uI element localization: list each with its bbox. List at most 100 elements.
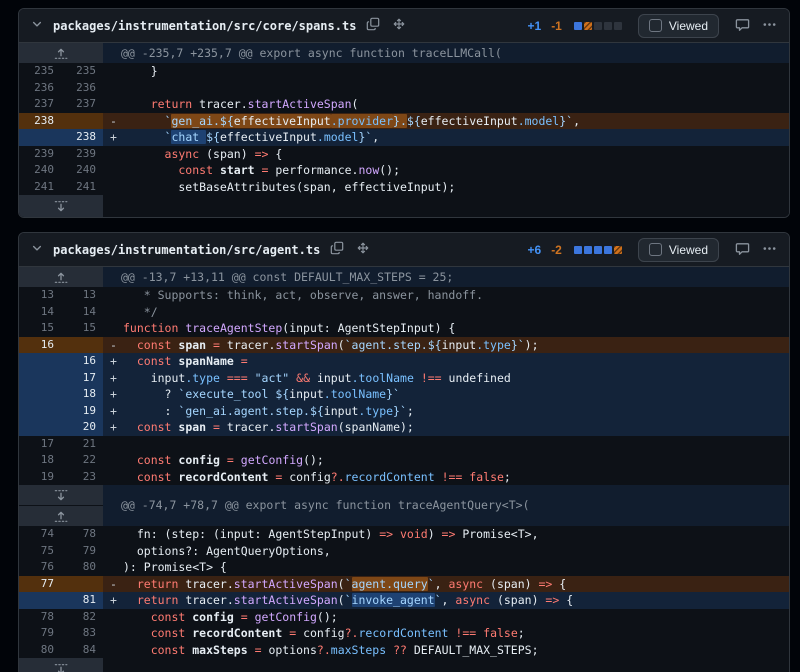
- old-line-number[interactable]: 77: [19, 576, 61, 593]
- old-line-number[interactable]: 14: [19, 304, 61, 321]
- expand-up-button[interactable]: [19, 43, 103, 63]
- new-line-number[interactable]: 82: [61, 609, 103, 626]
- new-line-number[interactable]: [61, 337, 103, 354]
- new-line-number[interactable]: 83: [61, 625, 103, 642]
- new-line-number[interactable]: 23: [61, 469, 103, 486]
- comment-button[interactable]: [733, 239, 752, 261]
- new-line-number[interactable]: 17: [61, 370, 103, 387]
- new-line-number[interactable]: 80: [61, 559, 103, 576]
- file-header: packages/instrumentation/src/agent.ts +6…: [19, 233, 789, 267]
- diff-marker: -: [103, 337, 123, 354]
- new-line-number[interactable]: 16: [61, 353, 103, 370]
- diff-marker: [103, 320, 123, 337]
- context-line-row: 235235 }: [19, 63, 789, 80]
- old-line-number[interactable]: 235: [19, 63, 61, 80]
- context-line-row: 1822 const config = getConfig();: [19, 452, 789, 469]
- context-line-row: 1313 * Supports: think, act, observe, an…: [19, 287, 789, 304]
- old-line-number[interactable]: 78: [19, 609, 61, 626]
- old-line-number[interactable]: 239: [19, 146, 61, 163]
- expand-up-button[interactable]: [19, 505, 103, 526]
- diff-block-neutral: [594, 22, 602, 30]
- new-line-number[interactable]: 236: [61, 80, 103, 97]
- old-line-number[interactable]: 238: [19, 113, 61, 130]
- file-path-link[interactable]: packages/instrumentation/src/core/spans.…: [53, 19, 356, 33]
- old-line-number[interactable]: 17: [19, 436, 61, 453]
- new-line-number[interactable]: 19: [61, 403, 103, 420]
- comment-button[interactable]: [733, 15, 752, 37]
- file-path-link[interactable]: packages/instrumentation/src/agent.ts: [53, 243, 320, 257]
- new-line-number[interactable]: 79: [61, 543, 103, 560]
- old-line-number[interactable]: [19, 129, 61, 146]
- old-line-number[interactable]: [19, 353, 61, 370]
- collapse-file-button[interactable]: [29, 240, 45, 259]
- new-line-number[interactable]: 81: [61, 592, 103, 609]
- diff-marker: [103, 436, 123, 453]
- old-line-number[interactable]: 18: [19, 452, 61, 469]
- new-line-number[interactable]: 235: [61, 63, 103, 80]
- viewed-checkbox-icon[interactable]: [649, 243, 662, 256]
- new-line-number[interactable]: [61, 113, 103, 130]
- expand-down-button[interactable]: [19, 658, 103, 672]
- diff-block-neutral: [604, 22, 612, 30]
- copy-icon: [366, 17, 380, 34]
- context-line-row: 7882 const config = getConfig();: [19, 609, 789, 626]
- copy-path-button[interactable]: [364, 15, 382, 36]
- copy-path-button[interactable]: [328, 239, 346, 260]
- old-line-number[interactable]: 75: [19, 543, 61, 560]
- new-line-number[interactable]: 240: [61, 162, 103, 179]
- drag-file-button[interactable]: [354, 239, 372, 260]
- new-line-number[interactable]: [61, 576, 103, 593]
- diff-marker: +: [103, 386, 123, 403]
- old-line-number[interactable]: 15: [19, 320, 61, 337]
- new-line-number[interactable]: 15: [61, 320, 103, 337]
- file-header: packages/instrumentation/src/core/spans.…: [19, 9, 789, 43]
- new-line-number[interactable]: 20: [61, 419, 103, 436]
- expand-up-button[interactable]: [19, 267, 103, 287]
- collapse-file-button[interactable]: [29, 16, 45, 35]
- expand-down-button[interactable]: [19, 485, 103, 505]
- old-line-number[interactable]: [19, 419, 61, 436]
- new-line-number[interactable]: 78: [61, 526, 103, 543]
- drag-file-button[interactable]: [390, 15, 408, 36]
- old-line-number[interactable]: 16: [19, 337, 61, 354]
- old-line-number[interactable]: 19: [19, 469, 61, 486]
- old-line-number[interactable]: 240: [19, 162, 61, 179]
- expand-down-button[interactable]: [19, 195, 103, 217]
- old-line-number[interactable]: [19, 386, 61, 403]
- viewed-toggle-button[interactable]: Viewed: [638, 14, 719, 38]
- old-line-number[interactable]: 241: [19, 179, 61, 196]
- old-line-number[interactable]: 76: [19, 559, 61, 576]
- new-line-number[interactable]: 237: [61, 96, 103, 113]
- old-line-number[interactable]: 13: [19, 287, 61, 304]
- new-line-number[interactable]: 13: [61, 287, 103, 304]
- new-line-number[interactable]: 238: [61, 129, 103, 146]
- file-card: packages/instrumentation/src/core/spans.…: [18, 8, 790, 218]
- diff-marker: -: [103, 576, 123, 593]
- new-line-number[interactable]: 21: [61, 436, 103, 453]
- new-line-number[interactable]: 22: [61, 452, 103, 469]
- old-line-number[interactable]: 74: [19, 526, 61, 543]
- file-menu-button[interactable]: [760, 15, 779, 37]
- old-line-number[interactable]: 79: [19, 625, 61, 642]
- added-line-row: 16+ const spanName =: [19, 353, 789, 370]
- old-line-number[interactable]: [19, 403, 61, 420]
- context-line-row: 8084 const maxSteps = options?.maxSteps …: [19, 642, 789, 659]
- old-line-number[interactable]: 237: [19, 96, 61, 113]
- viewed-toggle-button[interactable]: Viewed: [638, 238, 719, 262]
- old-line-number[interactable]: 80: [19, 642, 61, 659]
- diff-table: @@ -235,7 +235,7 @@ export async functio…: [19, 43, 789, 217]
- new-line-number[interactable]: 18: [61, 386, 103, 403]
- code-line: function traceAgentStep(input: AgentStep…: [123, 320, 789, 337]
- new-line-number[interactable]: 239: [61, 146, 103, 163]
- expand-footer-row: [19, 195, 789, 217]
- viewed-checkbox-icon[interactable]: [649, 19, 662, 32]
- context-line-row: 236236: [19, 80, 789, 97]
- new-line-number[interactable]: 84: [61, 642, 103, 659]
- new-line-number[interactable]: 14: [61, 304, 103, 321]
- old-line-number[interactable]: 236: [19, 80, 61, 97]
- old-line-number[interactable]: [19, 592, 61, 609]
- file-menu-button[interactable]: [760, 239, 779, 261]
- new-line-number[interactable]: 241: [61, 179, 103, 196]
- old-line-number[interactable]: [19, 370, 61, 387]
- diff-marker: [103, 559, 123, 576]
